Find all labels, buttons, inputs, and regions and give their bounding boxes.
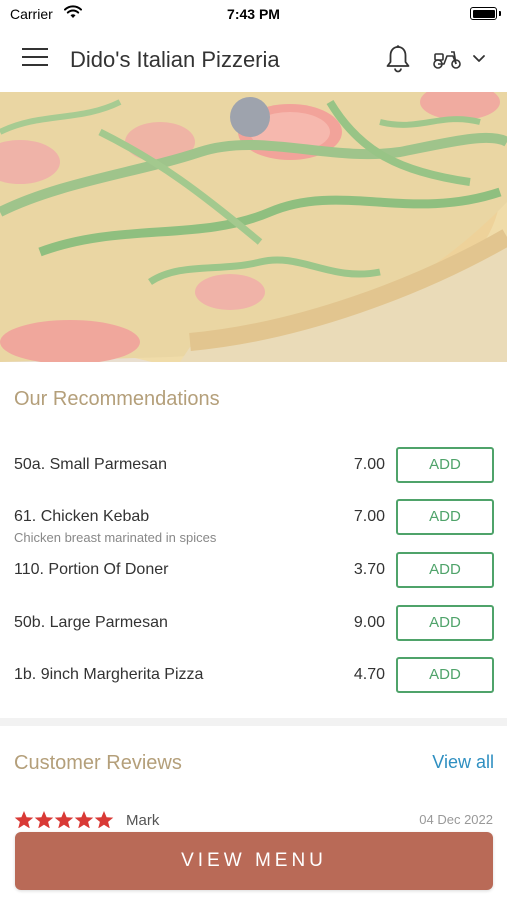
- clock: 7:43 PM: [227, 6, 280, 22]
- item-description: Chicken breast marinated in spices: [14, 530, 217, 545]
- item-name: 110. Portion Of Doner: [14, 561, 169, 578]
- review-date: 04 Dec 2022: [419, 812, 493, 827]
- item-price: 7.00: [353, 456, 385, 473]
- scooter-icon[interactable]: [432, 48, 462, 70]
- item-name: 61. Chicken Kebab: [14, 508, 150, 525]
- star-rating-icon: [14, 811, 114, 828]
- app-header: Dido's Italian Pizzeria: [0, 28, 507, 92]
- section-divider: [0, 718, 507, 726]
- bell-icon[interactable]: [384, 44, 412, 74]
- hero-pizza-image: [0, 92, 507, 362]
- item-name: 50b. Large Parmesan: [14, 614, 168, 631]
- item-name: 50a. Small Parmesan: [14, 456, 167, 473]
- view-menu-button[interactable]: VIEW MENU: [15, 832, 493, 890]
- recommendations-title: Our Recommendations: [14, 388, 220, 410]
- item-price: 9.00: [353, 614, 385, 631]
- list-item: 1b. 9inch Margherita Pizza 4.70 ADD: [0, 657, 507, 718]
- battery-tip: [499, 11, 501, 16]
- restaurant-title: Dido's Italian Pizzeria: [70, 47, 280, 72]
- add-button[interactable]: ADD: [396, 605, 494, 641]
- view-all-link[interactable]: View all: [432, 752, 494, 773]
- add-button[interactable]: ADD: [396, 499, 494, 535]
- menu-icon[interactable]: [22, 48, 48, 70]
- reviews-title: Customer Reviews: [14, 752, 182, 774]
- chevron-down-icon[interactable]: [472, 54, 486, 64]
- battery-icon: [470, 7, 497, 20]
- status-bar: Carrier 7:43 PM: [0, 0, 507, 28]
- item-price: 4.70: [353, 666, 385, 683]
- review-item: Mark 04 Dec 2022: [0, 808, 507, 828]
- item-price: 7.00: [353, 508, 385, 525]
- item-name: 1b. 9inch Margherita Pizza: [14, 666, 204, 683]
- add-button[interactable]: ADD: [396, 657, 494, 693]
- reviewer-name: Mark: [126, 812, 160, 828]
- add-button[interactable]: ADD: [396, 447, 494, 483]
- add-button[interactable]: ADD: [396, 552, 494, 588]
- item-price: 3.70: [353, 561, 385, 578]
